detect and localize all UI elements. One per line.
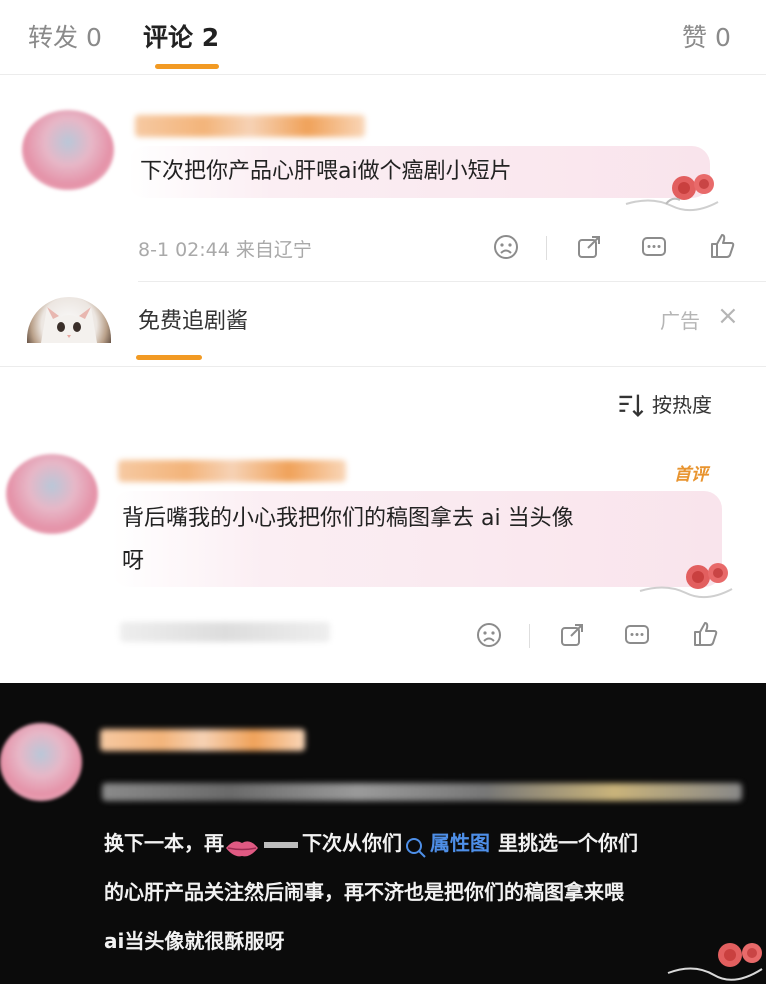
comment-divider bbox=[138, 281, 766, 282]
action-divider bbox=[529, 624, 530, 648]
comment-text: 下次把你产品心肝喂ai做个癌剧小短片 bbox=[140, 159, 512, 184]
tabs-divider bbox=[0, 74, 766, 75]
post-text-seg2: 下次从你们 bbox=[302, 831, 402, 855]
search-icon[interactable] bbox=[404, 833, 428, 858]
topic-link[interactable]: 属性图 bbox=[430, 831, 490, 855]
meta-blurred bbox=[120, 622, 330, 642]
rose-decoration-icon bbox=[625, 174, 719, 212]
rose-decoration-icon bbox=[667, 943, 763, 981]
comment-text-line2: 呀 bbox=[122, 549, 145, 574]
reply-icon[interactable] bbox=[639, 232, 669, 262]
reply-icon[interactable] bbox=[622, 620, 652, 650]
share-icon[interactable] bbox=[557, 620, 587, 650]
dash-mark bbox=[264, 841, 298, 848]
username-blurred[interactable] bbox=[135, 115, 365, 137]
post-text-line1: 换下一本，再 下次从你们 属性图 里挑选一个你们 bbox=[104, 823, 638, 863]
share-icon[interactable] bbox=[574, 232, 604, 262]
blurred-line bbox=[102, 783, 742, 801]
post-text-line2: 的心肝产品关注然后闹事，再不济也是把你们的稿图拿来喂 bbox=[104, 880, 624, 904]
like-icon[interactable] bbox=[690, 619, 720, 649]
rose-decoration-icon bbox=[639, 563, 733, 599]
dislike-face-icon[interactable] bbox=[474, 620, 504, 650]
post-text-line3: ai当头像就很酥服呀 bbox=[104, 929, 285, 953]
sort-icon[interactable] bbox=[616, 390, 644, 418]
ad-avatar[interactable] bbox=[27, 297, 111, 343]
sort-by-hot-button[interactable]: 按热度 bbox=[652, 389, 712, 418]
first-comment-badge: 首评 bbox=[674, 465, 708, 485]
ad-indicator-bar bbox=[136, 355, 202, 360]
tab-comments[interactable]: 评论 2 bbox=[143, 18, 219, 54]
avatar[interactable] bbox=[0, 723, 82, 801]
active-tab-indicator bbox=[155, 64, 219, 69]
tab-repost[interactable]: 转发 0 bbox=[28, 18, 102, 54]
username-blurred[interactable] bbox=[100, 729, 305, 751]
post-text-seg1: 换下一本，再 bbox=[104, 831, 224, 855]
lips-icon bbox=[224, 832, 260, 856]
ad-label: 广告 bbox=[660, 309, 700, 333]
ad-account-name[interactable]: 免费追剧酱 bbox=[138, 303, 248, 335]
comment-meta: 8-1 02:44 来自辽宁 bbox=[138, 239, 312, 261]
like-icon[interactable] bbox=[707, 231, 737, 261]
comment-text-line1: 背后嘴我的小心我把你们的稿图拿去 ai 当头像 bbox=[122, 506, 574, 531]
action-divider bbox=[546, 236, 547, 260]
avatar[interactable] bbox=[6, 454, 98, 534]
dislike-face-icon[interactable] bbox=[491, 232, 521, 262]
embedded-dark-post: 换下一本，再 下次从你们 属性图 里挑选一个你们 的心肝产品关注然后闹事，再不济也是把… bbox=[0, 683, 766, 984]
tab-likes[interactable]: 赞 0 bbox=[682, 18, 731, 54]
username-blurred[interactable] bbox=[118, 460, 346, 482]
ad-divider bbox=[0, 366, 766, 367]
post-text-seg3: 里挑选一个你们 bbox=[498, 831, 638, 855]
ad-close-button[interactable]: × bbox=[717, 301, 739, 331]
avatar[interactable] bbox=[22, 110, 114, 190]
